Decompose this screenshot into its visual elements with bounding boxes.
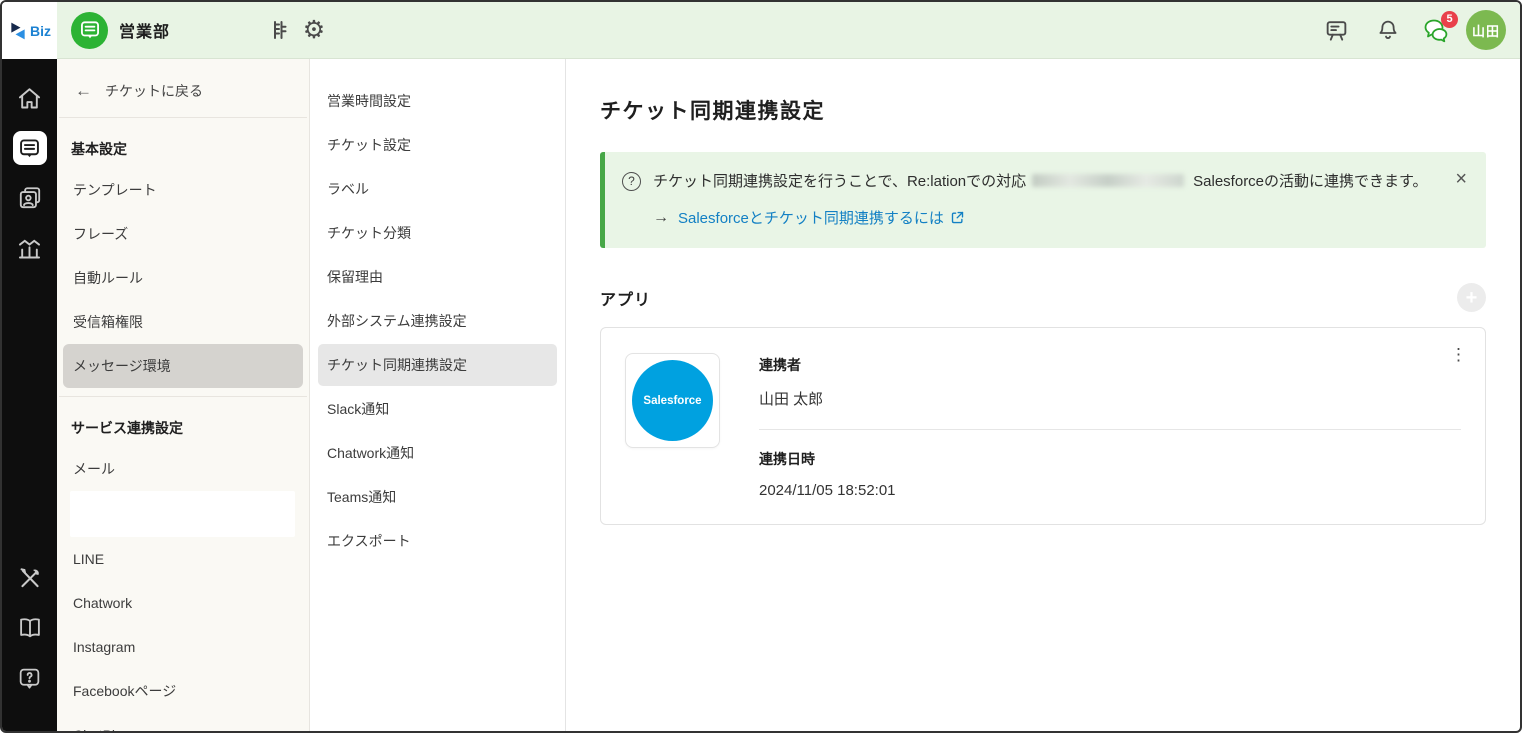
info-banner: ? チケット同期連携設定を行うことで、Re:lationでの対応Salesfor…: [600, 152, 1486, 248]
plus-icon[interactable]: +: [1457, 283, 1486, 312]
brand-label: Biz: [30, 23, 51, 39]
redacted-text: [1032, 174, 1184, 187]
workspace-header: 営業部 ⚙: [57, 2, 1520, 59]
sidebar-item-line[interactable]: LINE: [63, 537, 303, 581]
section-title-services: サービス連携設定: [57, 399, 309, 447]
link-arrow-icon: →: [653, 209, 669, 227]
submenu-item-external-system[interactable]: 外部システム連携設定: [318, 300, 557, 342]
divider: [759, 429, 1461, 430]
field-value-linked-datetime: 2024/11/05 18:52:01: [759, 482, 1461, 499]
sidebar-item-inbox-permissions[interactable]: 受信箱権限: [63, 300, 303, 344]
message-env-submenu: 営業時間設定 チケット設定 ラベル チケット分類 保留理由 外部システム連携設定…: [310, 59, 566, 731]
submenu-item-hold-reason[interactable]: 保留理由: [318, 256, 557, 298]
page-title: チケット同期連携設定: [600, 95, 1486, 125]
submenu-item-teams[interactable]: Teams通知: [318, 476, 557, 518]
sidebar-item-auto-rules[interactable]: 自動ルール: [63, 256, 303, 300]
tune-icon[interactable]: [260, 12, 296, 48]
apps-header-row: アプリ +: [600, 283, 1486, 312]
submenu-item-chatwork-notify[interactable]: Chatwork通知: [318, 432, 557, 474]
gear-icon[interactable]: ⚙: [296, 12, 332, 48]
workspace-name: 営業部: [119, 18, 170, 42]
salesforce-logo: Salesforce: [625, 353, 720, 448]
contacts-icon[interactable]: [8, 173, 52, 223]
field-label-linked-user: 連携者: [759, 355, 1461, 375]
field-value-linked-user: 山田 太郎: [759, 388, 1461, 409]
sidebar-item-redacted[interactable]: [70, 491, 295, 537]
manual-icon[interactable]: [8, 603, 52, 653]
tools-icon[interactable]: [8, 553, 52, 603]
close-icon[interactable]: ×: [1455, 169, 1467, 189]
section-title-basic: 基本設定: [57, 120, 309, 168]
sidebar-item-message-env[interactable]: メッセージ環境: [63, 344, 303, 388]
sidebar-item-chatplus[interactable]: ChatPlus: [63, 713, 303, 731]
submenu-item-labels[interactable]: ラベル: [318, 168, 557, 210]
sidebar-item-mail[interactable]: メール: [63, 447, 303, 491]
submenu-item-ticket-category[interactable]: チケット分類: [318, 212, 557, 254]
ticket-sync-help-link[interactable]: Salesforceとチケット同期連携するには: [678, 207, 965, 228]
inbox-ticket-icon: [71, 12, 108, 49]
submenu-item-business-hours[interactable]: 営業時間設定: [318, 80, 557, 122]
submenu-item-slack[interactable]: Slack通知: [318, 388, 557, 430]
analytics-icon[interactable]: [8, 223, 52, 273]
submenu-item-ticket-sync[interactable]: チケット同期連携設定: [318, 344, 557, 386]
topbar-right-icons: 5 山田: [1318, 10, 1506, 50]
field-label-linked-datetime: 連携日時: [759, 449, 1461, 469]
back-label: チケットに戻る: [105, 81, 203, 101]
kebab-menu-icon[interactable]: ⋮: [1450, 346, 1467, 363]
sidebar-item-facebook[interactable]: Facebookページ: [63, 669, 303, 713]
user-avatar[interactable]: 山田: [1466, 10, 1506, 50]
salesforce-app-card: Salesforce 連携者 山田 太郎 連携日時 2024/11/05 18:…: [600, 327, 1486, 525]
top-bar: Biz 営業部: [2, 2, 1520, 59]
external-link-icon: [950, 210, 965, 225]
question-icon: ?: [622, 172, 641, 191]
relation-logo-icon: [8, 21, 28, 41]
sidebar-item-chatwork[interactable]: Chatwork: [63, 581, 303, 625]
sidebar-item-phrases[interactable]: フレーズ: [63, 212, 303, 256]
support-chat[interactable]: 5: [1422, 17, 1450, 44]
chat-notification-badge: 5: [1441, 11, 1458, 28]
help-icon[interactable]: [8, 653, 52, 703]
nav-icon-rail: [2, 59, 57, 731]
submenu-item-export[interactable]: エクスポート: [318, 520, 557, 562]
divider: [59, 117, 307, 118]
sidebar-item-instagram[interactable]: Instagram: [63, 625, 303, 669]
back-arrow-icon: ←: [75, 81, 92, 101]
app-window: Biz 営業部: [0, 0, 1522, 733]
tickets-icon[interactable]: [8, 123, 52, 173]
back-to-tickets[interactable]: ← チケットに戻る: [57, 69, 309, 115]
divider: [59, 396, 307, 397]
settings-sidebar: ← チケットに戻る 基本設定 テンプレート フレーズ 自動ルール 受信箱権限 メ…: [57, 59, 310, 731]
bell-icon[interactable]: [1370, 12, 1406, 48]
submenu-item-ticket-settings[interactable]: チケット設定: [318, 124, 557, 166]
sidebar-item-template[interactable]: テンプレート: [63, 168, 303, 212]
announcement-board-icon[interactable]: [1318, 12, 1354, 48]
banner-text: チケット同期連携設定を行うことで、Re:lationでの対応Salesforce…: [653, 171, 1428, 192]
home-icon[interactable]: [8, 73, 52, 123]
main-content: チケット同期連携設定 ? チケット同期連携設定を行うことで、Re:lationで…: [566, 59, 1520, 731]
relation-logo[interactable]: Biz: [2, 2, 57, 59]
apps-heading: アプリ: [600, 286, 651, 310]
